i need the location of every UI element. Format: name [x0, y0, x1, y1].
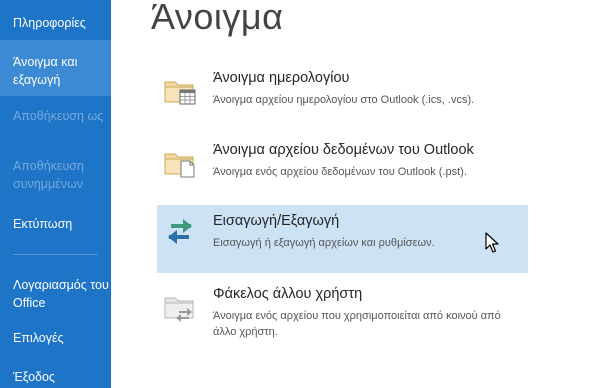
- option-description: Άνοιγμα ενός αρχείου που χρησιμοποιείται…: [213, 310, 501, 338]
- import-export-option[interactable]: Εισαγωγή/Εξαγωγή Εισαγωγή ή εξαγωγή αρχε…: [157, 205, 528, 273]
- nav-options[interactable]: Επιλογές: [0, 329, 111, 347]
- other-user-folder-option[interactable]: Φάκελος άλλου χρήστη Άνοιγμα ενός αρχείο…: [157, 278, 528, 350]
- nav-save-as: Αποθήκευση ως: [13, 109, 104, 123]
- main-panel: Άνοιγμα Άνοιγμα ημερολογίου Άνοιγμα αρχε…: [111, 0, 600, 388]
- option-description: Άνοιγμα αρχείου ημερολογίου στο Outlook …: [213, 94, 475, 106]
- import-export-arrows-icon: [168, 219, 192, 244]
- option-description: Άνοιγμα ενός αρχείου δεδομένων του Outlo…: [213, 166, 467, 178]
- nav-open-export[interactable]: Άνοιγμα και εξαγωγή: [0, 40, 111, 96]
- open-calendar-option[interactable]: Άνοιγμα ημερολογίου Άνοιγμα αρχείου ημερ…: [157, 62, 528, 130]
- nav-divider: [13, 254, 98, 255]
- option-title: Φάκελος άλλου χρήστη: [213, 286, 363, 302]
- folder-calendar-icon: [164, 81, 196, 105]
- folder-file-icon: [164, 153, 195, 178]
- page-title: Άνοιγμα: [151, 0, 284, 37]
- backstage-sidebar: Πληροφορίες Άνοιγμα και εξαγωγή Αποθήκευ…: [0, 0, 111, 388]
- option-description: Εισαγωγή ή εξαγωγή αρχείων και ρυθμίσεων…: [213, 237, 435, 249]
- option-title: Άνοιγμα ημερολογίου: [213, 70, 350, 86]
- option-title: Άνοιγμα αρχείου δεδομένων του Outlook: [213, 142, 474, 158]
- nav-office-account[interactable]: Λογαριασμός του Office: [0, 276, 111, 312]
- nav-exit[interactable]: Έξοδος: [0, 368, 111, 386]
- nav-info[interactable]: Πληροφορίες: [0, 14, 111, 32]
- option-title: Εισαγωγή/Εξαγωγή: [213, 213, 340, 229]
- nav-print[interactable]: Εκτύπωση: [0, 215, 111, 233]
- shared-folder-icon: [164, 297, 194, 322]
- nav-save-attachments: Αποθήκευση συνημμένων: [13, 159, 84, 191]
- open-data-file-option[interactable]: Άνοιγμα αρχείου δεδομένων του Outlook Άν…: [157, 134, 528, 202]
- mouse-cursor-icon: [485, 232, 499, 253]
